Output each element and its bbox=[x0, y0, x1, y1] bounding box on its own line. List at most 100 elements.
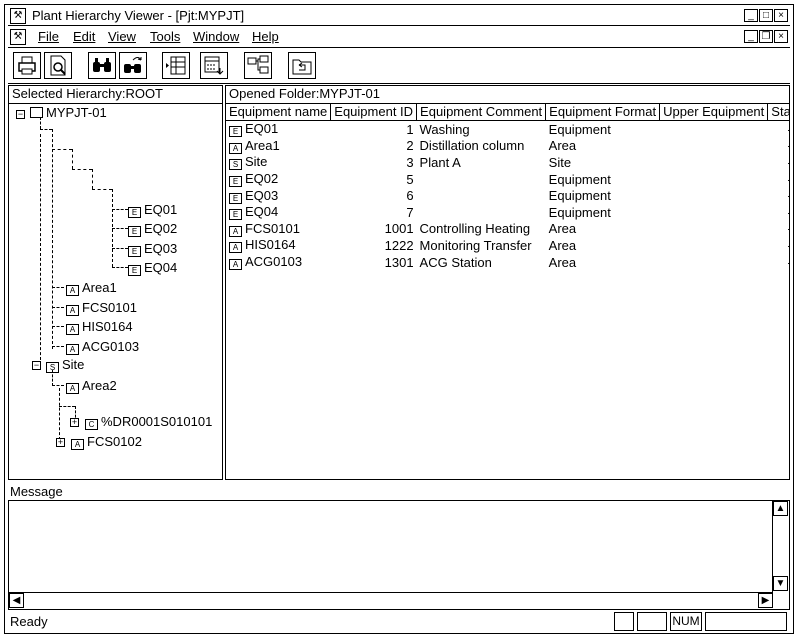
collapse-root-toggle[interactable]: − bbox=[16, 110, 25, 119]
column-header-id[interactable]: Equipment ID bbox=[330, 103, 418, 121]
maximize-button[interactable]: □ bbox=[759, 9, 773, 22]
cell-equipment-id-text: 2 bbox=[406, 138, 414, 154]
cell-equipment-id-text: 5 bbox=[406, 171, 414, 187]
cell-equipment-id-text: 1 bbox=[406, 121, 414, 137]
equipment-icon: E bbox=[229, 209, 242, 221]
menu-file[interactable]: File bbox=[38, 29, 59, 44]
tree-node-acg0103[interactable]: A ACG0103 bbox=[66, 339, 139, 355]
tree-node-area1[interactable]: A Area1 bbox=[66, 280, 117, 296]
up-folder-button[interactable] bbox=[288, 52, 316, 79]
column-header-status[interactable]: Status bbox=[767, 103, 789, 121]
cell-equipment-id-text: 6 bbox=[406, 188, 414, 204]
tree-node-fcs0101[interactable]: A FCS0101 bbox=[66, 300, 137, 316]
table-row[interactable]: EEQ01 1 Washing Equipment - bbox=[226, 121, 789, 138]
table-row[interactable]: AHIS0164 1222 Monitoring Transfer Area - bbox=[226, 237, 789, 254]
cell-status: - bbox=[768, 121, 789, 138]
hierarchy-button[interactable] bbox=[244, 52, 272, 79]
cell-equipment-id: 6 bbox=[331, 187, 417, 204]
equipment-icon: E bbox=[229, 192, 242, 204]
cell-equipment-id: 3 bbox=[331, 154, 417, 171]
close-button[interactable]: × bbox=[774, 9, 788, 22]
area-icon: A bbox=[229, 259, 242, 271]
document-icon[interactable]: ⚒ bbox=[10, 29, 26, 45]
scroll-right-button[interactable]: ▶ bbox=[758, 593, 773, 608]
table-row[interactable]: EEQ04 7 Equipment - bbox=[226, 204, 789, 221]
menu-help[interactable]: Help bbox=[252, 29, 279, 44]
horizontal-scrollbar[interactable]: ◀ ▶ bbox=[9, 592, 773, 609]
menu-tools[interactable]: Tools bbox=[150, 29, 180, 44]
cell-equipment-format-text: Area bbox=[548, 138, 577, 154]
tree-node-dr0001[interactable]: C %DR0001S010101 bbox=[85, 414, 212, 430]
column-header-name[interactable]: Equipment name bbox=[226, 103, 332, 121]
cell-upper-equipment bbox=[660, 121, 768, 138]
tree-node-label: HIS0164 bbox=[82, 319, 133, 334]
find-button[interactable] bbox=[88, 52, 116, 79]
area-icon: A bbox=[229, 225, 242, 237]
app-icon[interactable]: ⚒ bbox=[10, 8, 26, 24]
minimize-button[interactable]: _ bbox=[744, 9, 758, 22]
scroll-left-button[interactable]: ◀ bbox=[9, 593, 24, 608]
doc-minimize-button[interactable]: _ bbox=[744, 30, 758, 43]
menu-bar: ⚒ File Edit View Tools Window Help _ ❐ × bbox=[8, 27, 790, 48]
print-preview-button[interactable] bbox=[44, 52, 72, 79]
cell-equipment-name-text: EQ03 bbox=[245, 187, 279, 203]
cell-equipment-name-text: HIS0164 bbox=[245, 237, 296, 253]
scroll-down-button[interactable]: ▼ bbox=[773, 576, 788, 591]
table-row[interactable]: EEQ03 6 Equipment - bbox=[226, 187, 789, 204]
cell-upper-equipment bbox=[660, 254, 768, 271]
list-view-button[interactable] bbox=[162, 52, 190, 79]
column-header-comment[interactable]: Equipment Comment bbox=[416, 103, 547, 121]
collapse-site-toggle[interactable]: − bbox=[32, 361, 41, 370]
column-header-upper[interactable]: Upper Equipment bbox=[659, 103, 769, 121]
tree-node-his0164[interactable]: A HIS0164 bbox=[66, 319, 133, 335]
cell-equipment-name-text: EQ04 bbox=[245, 204, 279, 220]
scroll-up-button[interactable]: ▲ bbox=[773, 501, 788, 516]
vertical-scrollbar[interactable]: ▲ ▼ bbox=[772, 501, 789, 593]
cell-status-text: - bbox=[788, 122, 789, 137]
hierarchy-tree: − MYPJT-01 E EQ01 E EQ02 E EQ03 E EQ04 A Area… bbox=[9, 103, 221, 478]
find-next-button[interactable] bbox=[119, 52, 147, 79]
table-row[interactable]: AFCS0101 1001 Controlling Heating Area - bbox=[226, 221, 789, 238]
area-icon: A bbox=[66, 344, 79, 355]
table-row[interactable]: AACG0103 1301 ACG Station Area - bbox=[226, 254, 789, 271]
cell-equipment-format-text: Site bbox=[548, 154, 572, 170]
cell-equipment-comment-text: Plant A bbox=[419, 154, 461, 170]
area-icon: A bbox=[229, 142, 242, 154]
doc-restore-button[interactable]: ❐ bbox=[759, 30, 773, 43]
cell-equipment-name: S Site bbox=[226, 154, 331, 171]
expand-fcs0102-toggle[interactable]: + bbox=[56, 438, 65, 447]
message-pane[interactable]: ▲ ▼ ◀ ▶ bbox=[8, 500, 790, 610]
menu-edit[interactable]: Edit bbox=[73, 29, 95, 44]
hierarchy-icon bbox=[247, 55, 269, 74]
table-row[interactable]: AArea1 2 Distillation column Area - bbox=[226, 138, 789, 155]
table-row[interactable]: EEQ02 5 Equipment - bbox=[226, 171, 789, 188]
tree-node-eq01[interactable]: E EQ01 bbox=[128, 202, 177, 218]
folder-header: Opened Folder:MYPJT-01 bbox=[226, 86, 789, 104]
detail-view-button[interactable] bbox=[200, 52, 228, 79]
list-view-icon bbox=[166, 56, 186, 75]
tree-node-area2[interactable]: A Area2 bbox=[66, 378, 117, 394]
tree-node-eq02[interactable]: E EQ02 bbox=[128, 221, 177, 237]
cell-status-text: - bbox=[788, 172, 789, 187]
cell-equipment-name-text: EQ02 bbox=[245, 171, 279, 187]
tree-node-fcs0102[interactable]: A FCS0102 bbox=[71, 434, 142, 450]
tree-node-eq04[interactable]: E EQ04 bbox=[128, 260, 177, 276]
column-header-format[interactable]: Equipment Format bbox=[545, 103, 661, 121]
expand-dr-toggle[interactable]: + bbox=[70, 418, 79, 427]
tree-node-site[interactable]: S Site bbox=[46, 357, 84, 373]
cell-upper-equipment bbox=[660, 138, 768, 155]
tree-node-root[interactable]: MYPJT-01 bbox=[30, 105, 107, 120]
cell-equipment-format: Area bbox=[546, 237, 660, 254]
area-icon: A bbox=[229, 242, 242, 254]
cell-status: - bbox=[768, 237, 789, 254]
menu-view[interactable]: View bbox=[108, 29, 136, 44]
menu-window[interactable]: Window bbox=[193, 29, 239, 44]
tree-node-eq03[interactable]: E EQ03 bbox=[128, 241, 177, 257]
cell-equipment-format-text: Equipment bbox=[548, 171, 611, 187]
cell-status-text: - bbox=[788, 238, 789, 253]
cell-status-text: - bbox=[788, 221, 789, 236]
table-row[interactable]: SSite3Plant ASite- bbox=[226, 154, 789, 171]
print-button[interactable] bbox=[13, 52, 41, 79]
menu-tools-label: Tools bbox=[150, 29, 181, 44]
doc-close-button[interactable]: × bbox=[774, 30, 788, 43]
